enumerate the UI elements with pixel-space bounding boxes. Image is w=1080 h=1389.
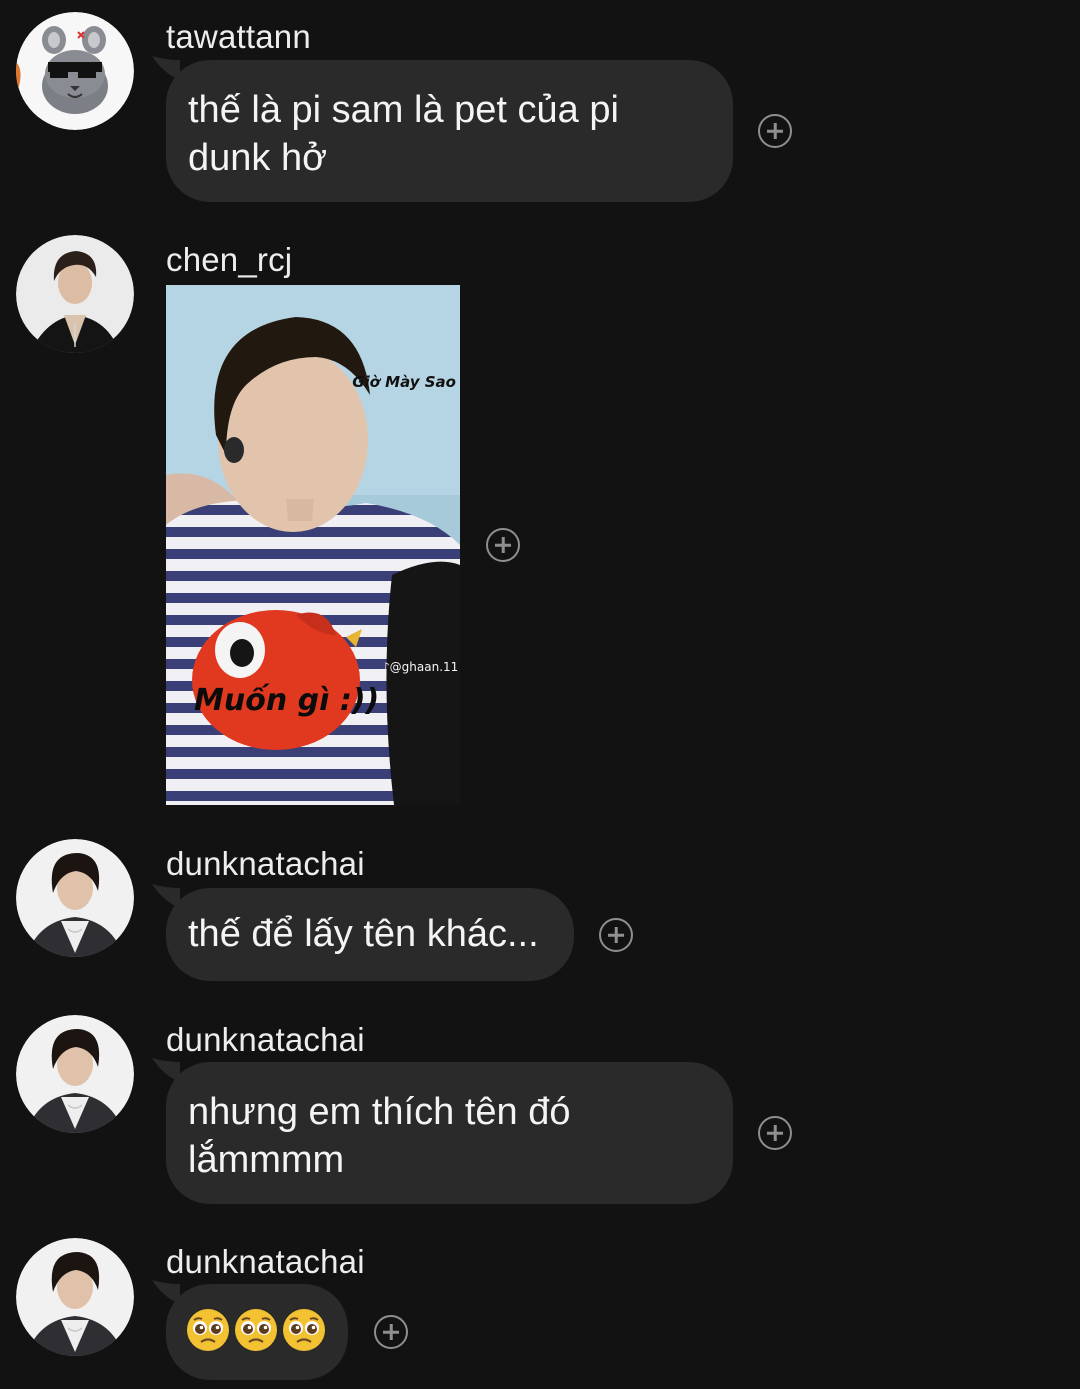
photo-watermark-text: @ghaan.11 — [389, 660, 459, 674]
avatar[interactable] — [16, 1238, 134, 1356]
add-reaction-icon[interactable] — [758, 1116, 792, 1150]
avatar[interactable] — [16, 235, 134, 353]
pleading-face-icon — [187, 1309, 229, 1351]
message-bubble[interactable]: thế để lấy tên khác... — [166, 888, 574, 981]
add-reaction-icon[interactable] — [599, 918, 633, 952]
add-reaction-icon[interactable] — [486, 528, 520, 562]
pleading-face-icon — [235, 1309, 277, 1351]
add-reaction-icon[interactable] — [374, 1315, 408, 1349]
photo-caption-bottom: Muốn gì :)) — [194, 683, 380, 718]
avatar[interactable] — [16, 1015, 134, 1133]
message-bubble[interactable]: nhưng em thích tên đó lắmmmm — [166, 1062, 733, 1204]
username[interactable]: dunknatachai — [166, 845, 365, 883]
username[interactable]: dunknatachai — [166, 1021, 365, 1059]
shared-photo[interactable]: Giờ Mày Sao Muốn gì :)) ♪@ghaan.11 — [166, 285, 460, 805]
message-text-line: nhưng em thích tên đó — [188, 1091, 571, 1133]
pleading-face-icon — [283, 1309, 325, 1351]
username[interactable]: dunknatachai — [166, 1243, 365, 1281]
emoji-row — [186, 1308, 328, 1352]
username[interactable]: chen_rcj — [166, 241, 292, 279]
message-bubble[interactable]: thế là pi sam là pet của pi dunk hở — [166, 60, 733, 202]
username[interactable]: tawattann — [166, 18, 311, 56]
add-reaction-icon[interactable] — [758, 114, 792, 148]
message-text-line: lắmmmm — [188, 1139, 345, 1181]
tiktok-icon: ♪ — [382, 660, 390, 674]
message-bubble[interactable] — [166, 1284, 348, 1380]
photo-watermark: ♪@ghaan.11 — [382, 660, 458, 674]
message-text-line: thế là pi sam là pet của pi — [188, 89, 619, 131]
photo-caption-top: Giờ Mày Sao — [352, 373, 456, 391]
avatar[interactable] — [16, 12, 134, 130]
message-text-line: dunk hở — [188, 137, 328, 179]
avatar[interactable] — [16, 839, 134, 957]
message-text-line: thế để lấy tên khác... — [188, 913, 539, 955]
